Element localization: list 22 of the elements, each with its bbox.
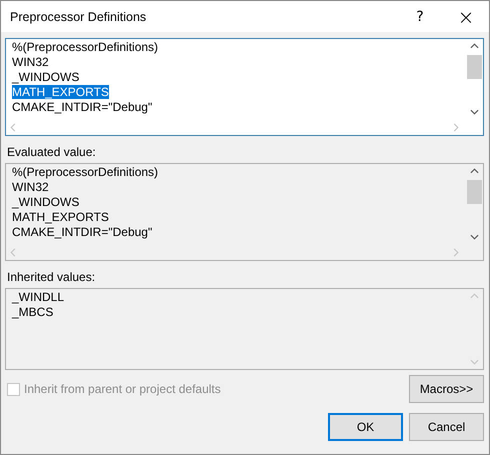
scroll-thumb[interactable] bbox=[467, 55, 482, 79]
ok-button[interactable]: OK bbox=[328, 413, 403, 441]
text-field[interactable]: %(PreprocessorDefinitions) WIN32 _WINDOWS MATH_EXPORTS CMAKE_INTDIR="Debug" bbox=[5, 38, 484, 136]
close-button[interactable]: × bbox=[443, 1, 489, 32]
window-title: Preprocessor Definitions bbox=[10, 10, 148, 24]
definition-line: _WINDOWS bbox=[12, 70, 80, 84]
definition-line: CMAKE_INTDIR="Debug" bbox=[12, 100, 152, 114]
definition-line: WIN32 bbox=[12, 180, 49, 194]
cancel-button[interactable]: Cancel bbox=[409, 413, 484, 441]
definition-line: _WINDLL bbox=[12, 290, 64, 304]
section-label: Inherited values: bbox=[7, 270, 96, 284]
definition-line: %(PreprocessorDefinitions) bbox=[12, 40, 158, 54]
definition-line: MATH_EXPORTS bbox=[12, 210, 109, 224]
definition-line: %(PreprocessorDefinitions) bbox=[12, 165, 158, 179]
definition-line: _WINDOWS bbox=[12, 195, 80, 209]
definition-line: _MBCS bbox=[12, 305, 54, 319]
help-button[interactable]: ? bbox=[397, 1, 443, 32]
scroll-thumb[interactable] bbox=[467, 180, 482, 204]
macros-button[interactable]: Macros>> bbox=[409, 375, 484, 403]
section-label: Evaluated value: bbox=[7, 145, 97, 159]
definition-line: CMAKE_INTDIR="Debug" bbox=[12, 225, 152, 239]
definition-line: WIN32 bbox=[12, 55, 49, 69]
